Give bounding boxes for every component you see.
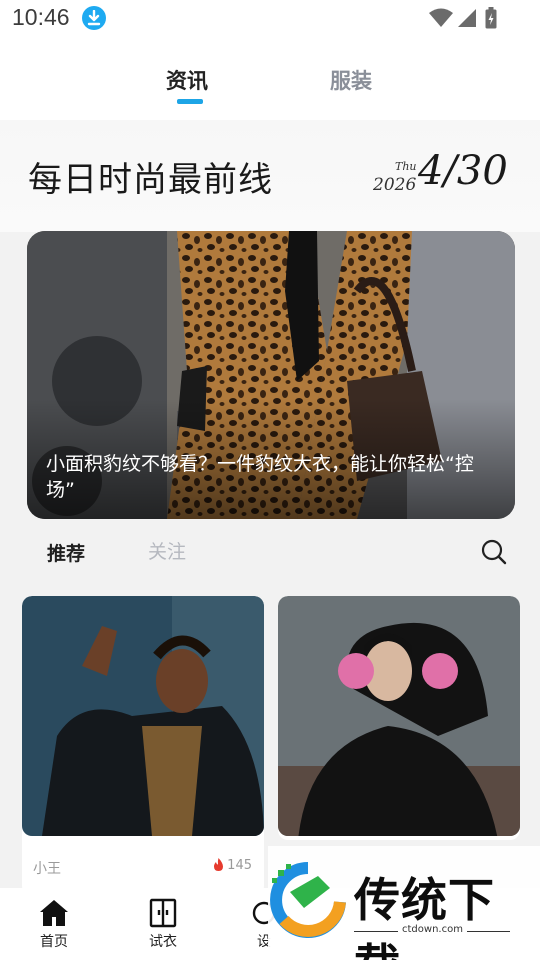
watermark-logo [270,862,346,938]
nav-fitting-label: 试衣 [149,934,177,950]
feed-card[interactable] [278,596,520,840]
card-author: 小王 [33,861,61,877]
tab-following[interactable]: 关注 [148,537,186,564]
page-title: 每日时尚最前线 [28,160,273,200]
feed-card-image [22,596,264,836]
nav-fitting[interactable]: 试衣 [131,898,195,958]
status-bar: 10:46 [0,0,540,40]
tab-news[interactable]: 资讯 [166,65,208,95]
feed-card-image [278,596,520,836]
date-year: 2026 [373,175,417,195]
watermark-url: ctdown.com [398,924,467,935]
card-likes: 145 [213,858,252,873]
battery-charging-icon [485,7,497,29]
home-icon [40,900,68,926]
watermark-title: 传统下载 [354,873,495,960]
status-icons [429,7,500,30]
nav-home-label: 首页 [40,934,68,950]
tab-recommend[interactable]: 推荐 [47,539,85,566]
flame-icon [214,858,224,871]
search-icon[interactable] [480,538,508,566]
date-weekday: Thu [395,160,417,173]
hero-article-card[interactable]: 小面积豹纹不够看？一件豹纹大衣，能让你轻松“控场” [27,231,515,519]
tab-indicator [177,99,203,104]
top-tabs: 资讯 服装 [0,40,540,120]
wifi-icon [429,8,453,27]
card-likes-count: 145 [227,858,252,873]
watermark: 传统下载 ctdown.com [268,846,540,960]
feed-tabs: 推荐 关注 [0,528,540,576]
cellular-signal-icon [458,9,476,27]
wardrobe-icon [149,898,177,928]
date-header: 每日时尚最前线 Thu 2026 4/30 [0,120,540,232]
tab-clothing[interactable]: 服装 [330,65,372,95]
app-screen: 10:46 资讯 服装 每日时尚最前线 Thu 2026 4/30 小面积豹纹不… [0,0,540,960]
feed-card[interactable]: 小王 145 [22,596,264,896]
download-icon [82,6,106,30]
nav-home[interactable]: 首页 [22,898,86,958]
hero-caption: 小面积豹纹不够看？一件豹纹大衣，能让你轻松“控场” [46,453,474,501]
date-day: 4/30 [418,148,508,194]
status-time: 10:46 [12,4,70,30]
